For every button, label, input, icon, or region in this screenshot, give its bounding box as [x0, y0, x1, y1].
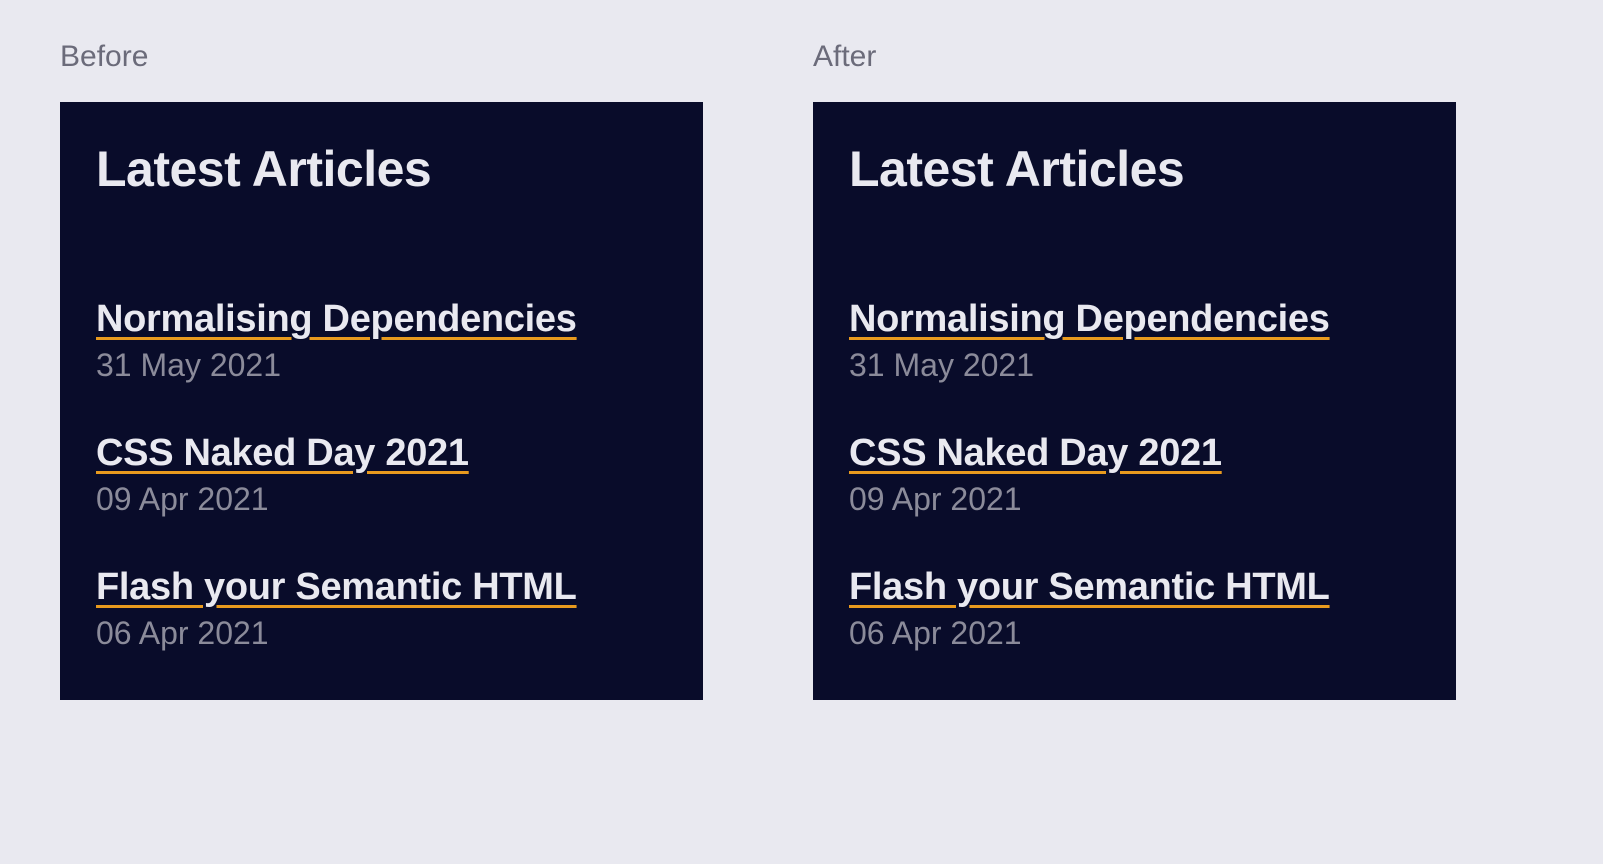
before-card: Latest Articles Normalising Dependencies…: [60, 102, 703, 700]
article-date: 31 May 2021: [849, 347, 1420, 384]
article-item: CSS Naked Day 2021 09 Apr 2021: [849, 432, 1420, 518]
after-label: After: [813, 40, 1456, 74]
article-date: 09 Apr 2021: [96, 481, 667, 518]
after-card-title: Latest Articles: [849, 140, 1420, 198]
article-date: 09 Apr 2021: [849, 481, 1420, 518]
before-card-title: Latest Articles: [96, 140, 667, 198]
article-date: 31 May 2021: [96, 347, 667, 384]
article-link[interactable]: Normalising Dependencies: [96, 298, 577, 340]
article-link[interactable]: Flash your Semantic HTML: [849, 566, 1330, 608]
article-item: Normalising Dependencies 31 May 2021: [849, 298, 1420, 384]
before-label: Before: [60, 40, 703, 74]
article-item: Flash your Semantic HTML 06 Apr 2021: [96, 566, 667, 652]
article-date: 06 Apr 2021: [849, 615, 1420, 652]
article-item: CSS Naked Day 2021 09 Apr 2021: [96, 432, 667, 518]
article-link[interactable]: CSS Naked Day 2021: [849, 432, 1222, 474]
article-link[interactable]: CSS Naked Day 2021: [96, 432, 469, 474]
article-link[interactable]: Normalising Dependencies: [849, 298, 1330, 340]
after-card: Latest Articles Normalising Dependencies…: [813, 102, 1456, 700]
after-column: After Latest Articles Normalising Depend…: [813, 40, 1456, 700]
article-date: 06 Apr 2021: [96, 615, 667, 652]
article-link[interactable]: Flash your Semantic HTML: [96, 566, 577, 608]
article-item: Flash your Semantic HTML 06 Apr 2021: [849, 566, 1420, 652]
before-column: Before Latest Articles Normalising Depen…: [60, 40, 703, 700]
article-item: Normalising Dependencies 31 May 2021: [96, 298, 667, 384]
comparison-container: Before Latest Articles Normalising Depen…: [60, 40, 1543, 700]
